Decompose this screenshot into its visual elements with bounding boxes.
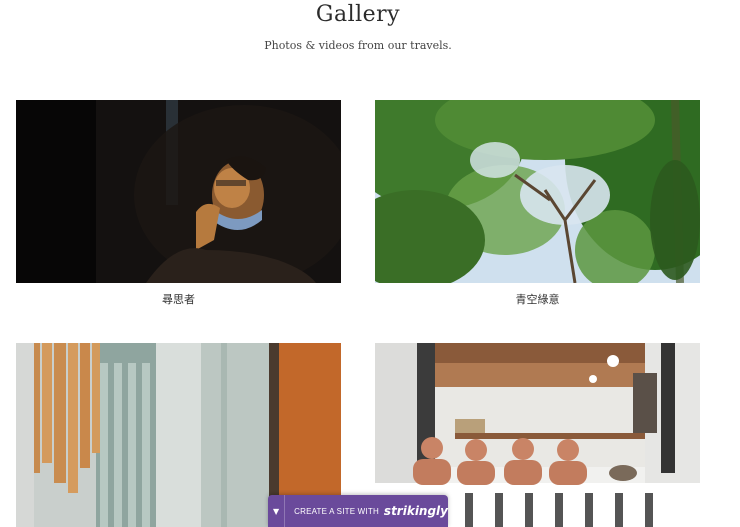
badge-label: CREATE A SITE WITH	[294, 506, 379, 516]
gallery-subtitle: Photos & videos from our travels.	[264, 39, 452, 52]
gallery-caption-2: 青空綠意	[515, 293, 560, 306]
strikingly-logo: strikingly	[383, 504, 448, 518]
gallery-title: Gallery	[315, 2, 401, 27]
gallery-photo-1[interactable]	[16, 100, 341, 283]
gallery-caption-1: 尋思者	[162, 293, 195, 306]
create-site-badge[interactable]: ▼ CREATE A SITE WITH strikingly	[268, 495, 448, 527]
chevron-down-icon[interactable]: ▼	[268, 495, 286, 527]
gallery-photo-2[interactable]	[375, 100, 700, 283]
